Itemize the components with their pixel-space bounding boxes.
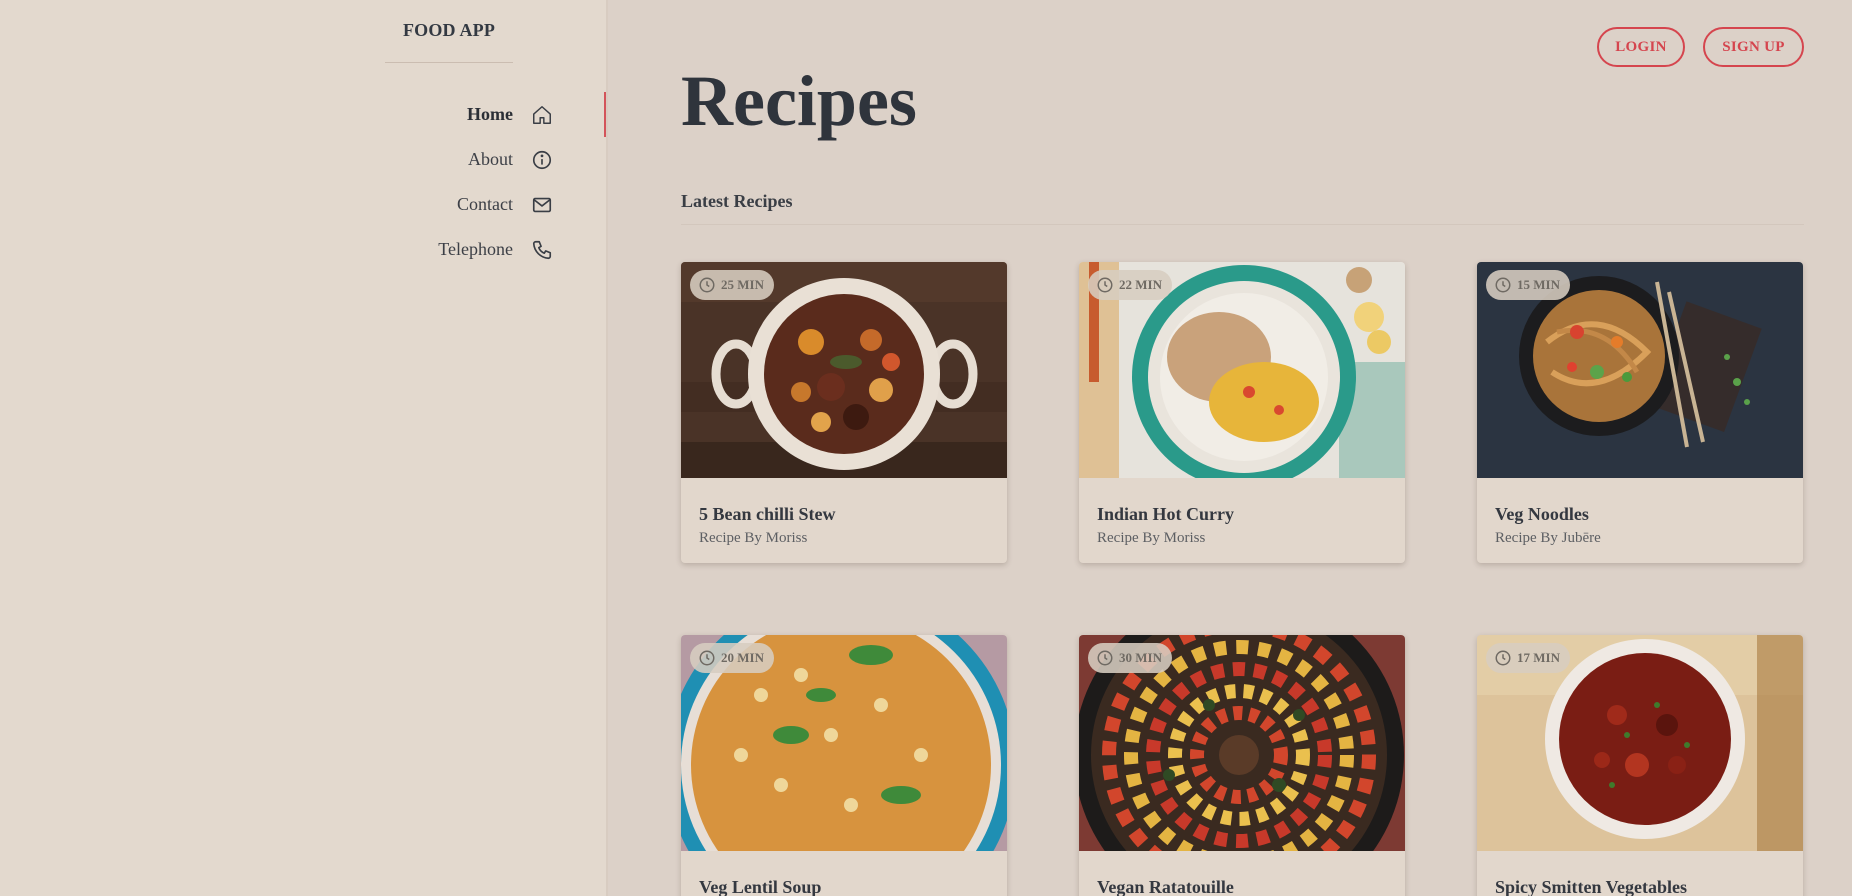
sign-up-button[interactable]: SIGN UP (1703, 27, 1804, 67)
time-label: 25 MIN (721, 277, 764, 292)
clock-icon (1096, 649, 1114, 667)
sidebar-item-home[interactable]: Home (0, 92, 608, 137)
sidebar-item-label: Telephone (438, 239, 513, 259)
section-divider (681, 224, 1804, 225)
time-badge: 15 MIN (1486, 270, 1570, 300)
recipe-image: 17 MIN (1477, 635, 1803, 851)
time-label: 30 MIN (1119, 650, 1162, 665)
recipe-image: 15 MIN (1477, 262, 1803, 478)
page-title: Recipes (681, 61, 917, 141)
sidebar-item-label: Home (467, 104, 513, 124)
clock-icon (698, 649, 716, 667)
time-badge: 17 MIN (1486, 643, 1570, 673)
recipe-title[interactable]: Veg Lentil Soup (699, 877, 821, 896)
clock-icon (1494, 276, 1512, 294)
clock-icon (1096, 276, 1114, 294)
sidebar-item-label: Contact (457, 194, 513, 214)
recipe-title[interactable]: Vegan Ratatouille (1097, 877, 1234, 896)
info-icon (531, 149, 553, 171)
recipe-image: 30 MIN (1079, 635, 1405, 851)
time-badge: 25 MIN (690, 270, 774, 300)
recipe-title[interactable]: Spicy Smitten Vegetables (1495, 877, 1687, 896)
time-label: 15 MIN (1517, 277, 1560, 292)
recipe-author: Recipe By Jubēre (1495, 530, 1601, 546)
recipe-image: 20 MIN (681, 635, 1007, 851)
login-button[interactable]: LOGIN (1597, 27, 1685, 67)
brand-logo[interactable]: FOOD APP (385, 20, 513, 41)
time-badge: 22 MIN (1088, 270, 1172, 300)
sidebar-item-contact[interactable]: Contact (0, 182, 608, 227)
mail-icon (531, 194, 553, 216)
recipe-title[interactable]: 5 Bean chilli Stew (699, 504, 836, 525)
section-title: Latest Recipes (681, 191, 793, 211)
recipe-card[interactable]: 15 MIN Veg Noodles Recipe By Jubēre (1477, 262, 1803, 563)
brand-divider (385, 62, 513, 63)
recipe-title[interactable]: Indian Hot Curry (1097, 504, 1234, 525)
clock-icon (1494, 649, 1512, 667)
time-label: 22 MIN (1119, 277, 1162, 292)
time-badge: 30 MIN (1088, 643, 1172, 673)
time-label: 17 MIN (1517, 650, 1560, 665)
sidebar-divider (606, 0, 608, 896)
recipe-card[interactable]: 30 MIN Vegan Ratatouille (1079, 635, 1405, 896)
recipe-image: 22 MIN (1079, 262, 1405, 478)
recipe-card[interactable]: 25 MIN 5 Bean chilli Stew Recipe By Mori… (681, 262, 1007, 563)
sidebar-nav: Home About Contact Telephone (0, 92, 608, 272)
time-label: 20 MIN (721, 650, 764, 665)
phone-icon (531, 239, 553, 261)
recipe-card[interactable]: 17 MIN Spicy Smitten Vegetables (1477, 635, 1803, 896)
sidebar-item-about[interactable]: About (0, 137, 608, 182)
time-badge: 20 MIN (690, 643, 774, 673)
clock-icon (698, 276, 716, 294)
sidebar-item-telephone[interactable]: Telephone (0, 227, 608, 272)
recipe-card[interactable]: 20 MIN Veg Lentil Soup (681, 635, 1007, 896)
recipe-card[interactable]: 22 MIN Indian Hot Curry Recipe By Moriss (1079, 262, 1405, 563)
recipe-author: Recipe By Moriss (699, 530, 808, 546)
home-icon (531, 104, 553, 126)
sidebar: FOOD APP Home About Contact Telephone (0, 0, 608, 896)
sidebar-item-label: About (468, 149, 513, 169)
recipe-author: Recipe By Moriss (1097, 530, 1206, 546)
recipe-image: 25 MIN (681, 262, 1007, 478)
recipe-title[interactable]: Veg Noodles (1495, 504, 1589, 525)
